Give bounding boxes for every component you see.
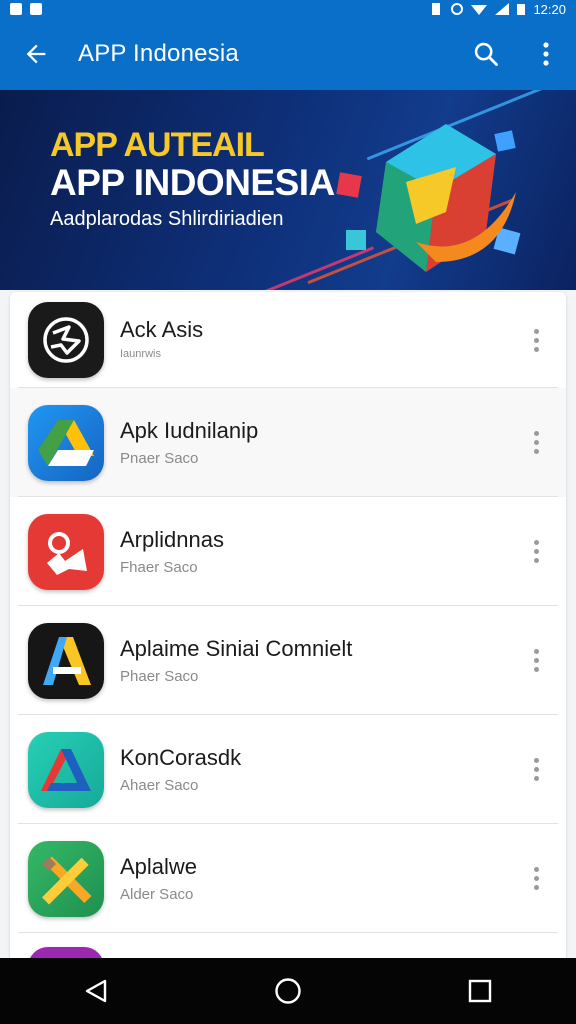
app-name: KonCorasdk [120, 744, 242, 770]
banner-subtitle: Aadplarodas Shlirdiriadien [50, 208, 284, 230]
app-name: Aplalwe [120, 853, 198, 879]
more-vert-icon [533, 867, 539, 890]
list-item[interactable]: Aplaime Siniai Comnielt Phaer Saco [10, 606, 566, 715]
app-icon-map [28, 513, 104, 590]
app-name: Apk Iudnilanip [120, 417, 259, 443]
alarm-icon [451, 3, 464, 15]
app-text: KonCorasdk Ahaer Saco [120, 745, 514, 795]
search-icon [474, 42, 498, 66]
back-button[interactable] [0, 18, 72, 90]
more-options-button[interactable] [516, 18, 576, 90]
app-text: Aplalwe Alder Saco [120, 854, 514, 904]
search-button[interactable] [456, 18, 516, 90]
list-item[interactable]: Ack Asis Iaunrwis [10, 292, 566, 388]
app-name: Aplaime Siniai Comnielt [120, 635, 353, 661]
home-circle-icon [275, 978, 301, 1004]
more-vert-icon [533, 328, 539, 352]
app-bar: APP Indonesia [0, 18, 576, 90]
more-vert-icon [543, 42, 549, 66]
more-vert-icon [533, 431, 539, 454]
globe-icon [43, 317, 89, 363]
battery-icon [517, 4, 526, 15]
app-icon-letter-a [28, 622, 104, 699]
app-text: Arplidnnas Fhaer Saco [120, 527, 514, 577]
app-subtitle: Iaunrwis [120, 348, 161, 360]
app-list: Ack Asis Iaunrwis Apk Iudnilanip Pnaer S… [10, 292, 566, 972]
notification-icon [10, 3, 22, 15]
cube-logo-icon [336, 124, 521, 272]
item-more-button[interactable] [514, 631, 558, 691]
triangle-drive-icon [38, 419, 94, 466]
page-title: APP Indonesia [78, 40, 239, 67]
item-more-button[interactable] [514, 740, 558, 800]
delta-icon [41, 748, 91, 791]
cross-tools-icon [41, 855, 92, 904]
status-right: 12:20 [429, 2, 566, 17]
letter-a-icon [43, 636, 91, 685]
app-name: Ack Asis [120, 317, 204, 342]
list-item[interactable]: Apk Iudnilanip Pnaer Saco [10, 388, 566, 497]
app-icon-drive [28, 404, 104, 481]
signal-icon [495, 3, 510, 15]
list-item[interactable]: Arplidnnas Fhaer Saco [10, 497, 566, 606]
system-nav-bar [0, 958, 576, 1024]
item-more-button[interactable] [514, 413, 558, 473]
promo-banner[interactable]: APP AUTEAIL APP INDONESIA Aadplarodas Sh… [0, 90, 576, 290]
nav-back-button[interactable] [56, 958, 136, 1024]
more-vert-icon [533, 540, 539, 563]
map-pin-icon [47, 531, 87, 575]
more-vert-icon [533, 649, 539, 672]
nav-home-button[interactable] [248, 958, 328, 1024]
banner-headline-1: APP AUTEAIL [50, 126, 265, 164]
item-more-button[interactable] [514, 522, 558, 582]
app-icon-delta [28, 731, 104, 808]
app-text: Apk Iudnilanip Pnaer Saco [120, 418, 514, 468]
vibrate-icon [432, 3, 441, 15]
banner-headline-2: APP INDONESIA [50, 162, 335, 203]
status-time: 12:20 [533, 1, 566, 17]
item-more-button[interactable] [514, 310, 558, 370]
app-subtitle: Ahaer Saco [120, 776, 199, 794]
app-subtitle: Pnaer Saco [120, 449, 199, 467]
app-subtitle: Phaer Saco [120, 667, 199, 685]
recents-square-icon [468, 979, 492, 1003]
app-subtitle: Fhaer Saco [120, 558, 198, 576]
list-item[interactable]: KonCorasdk Ahaer Saco [10, 715, 566, 824]
status-left [10, 3, 42, 15]
app-subtitle: Alder Saco [120, 885, 194, 903]
app-text: Aplaime Siniai Comnielt Phaer Saco [120, 636, 514, 686]
nav-recents-button[interactable] [440, 958, 520, 1024]
more-vert-icon [533, 758, 539, 781]
wifi-icon [471, 5, 488, 15]
list-item[interactable]: Aplalwe Alder Saco [10, 824, 566, 933]
back-arrow-icon [26, 44, 46, 64]
status-bar: 12:20 [0, 0, 576, 18]
app-text: Ack Asis Iaunrwis [120, 317, 514, 363]
app-name: Arplidnnas [120, 526, 224, 552]
mail-icon [30, 3, 42, 15]
item-more-button[interactable] [514, 849, 558, 909]
back-triangle-icon [85, 979, 107, 1003]
app-icon-tools [28, 840, 104, 917]
app-icon-globe [28, 302, 104, 378]
